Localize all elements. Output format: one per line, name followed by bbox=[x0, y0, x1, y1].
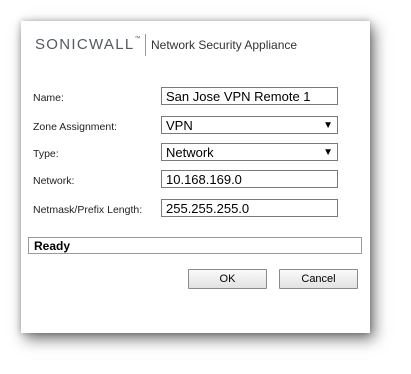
name-row: Name: San Jose VPN Remote 1 bbox=[21, 87, 370, 109]
logo-trademark: ™ bbox=[134, 36, 141, 42]
chevron-down-icon: ▼ bbox=[323, 120, 333, 131]
netmask-label: Netmask/Prefix Length: bbox=[33, 204, 143, 216]
chevron-down-icon: ▼ bbox=[323, 147, 333, 158]
address-object-dialog: SONICWALL™ Network Security Appliance Na… bbox=[21, 21, 370, 333]
cancel-button[interactable]: Cancel bbox=[279, 269, 358, 289]
dialog-header: SONICWALL™ Network Security Appliance bbox=[21, 21, 370, 69]
name-label: Name: bbox=[33, 92, 64, 104]
zone-select-value: VPN bbox=[166, 118, 193, 133]
zone-row: Zone Assignment: VPN ▼ bbox=[21, 116, 370, 138]
zone-label: Zone Assignment: bbox=[33, 121, 118, 133]
name-input[interactable]: San Jose VPN Remote 1 bbox=[161, 87, 338, 105]
header-divider bbox=[145, 34, 146, 56]
status-bar: Ready bbox=[28, 237, 362, 254]
status-text: Ready bbox=[34, 239, 71, 253]
type-select[interactable]: Network ▼ bbox=[161, 143, 338, 161]
header-title: Network Security Appliance bbox=[151, 38, 298, 52]
netmask-row: Netmask/Prefix Length: 255.255.255.0 bbox=[21, 199, 370, 221]
network-input[interactable]: 10.168.169.0 bbox=[161, 170, 338, 188]
network-row: Network: 10.168.169.0 bbox=[21, 170, 370, 192]
type-select-value: Network bbox=[166, 145, 214, 160]
netmask-input[interactable]: 255.255.255.0 bbox=[161, 199, 338, 217]
sonicwall-logo: SONICWALL™ bbox=[35, 36, 141, 53]
zone-select[interactable]: VPN ▼ bbox=[161, 116, 338, 134]
type-label: Type: bbox=[33, 148, 59, 160]
ok-button[interactable]: OK bbox=[188, 269, 267, 289]
logo-text: SONICWALL bbox=[35, 36, 135, 53]
network-label: Network: bbox=[33, 175, 75, 187]
type-row: Type: Network ▼ bbox=[21, 143, 370, 165]
